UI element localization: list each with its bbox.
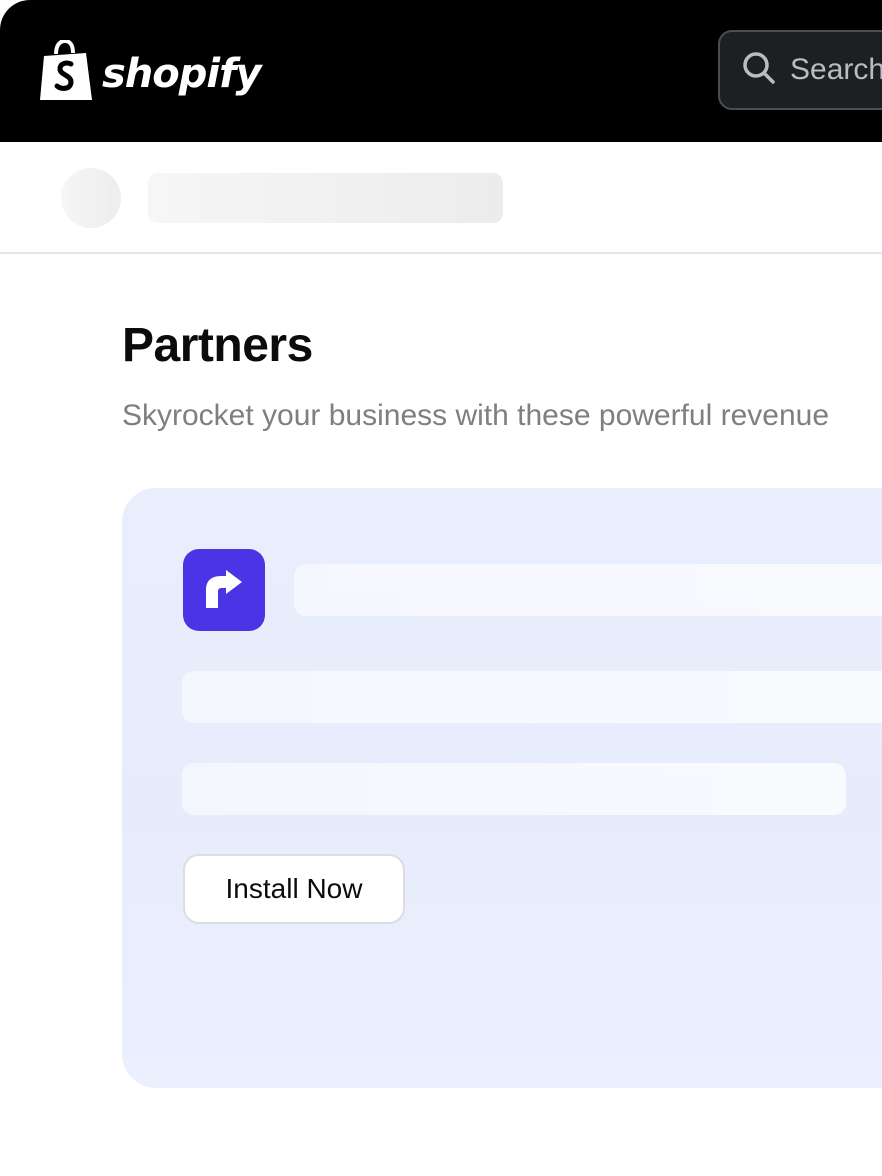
brand-logo[interactable]: shopify <box>40 38 262 107</box>
description-placeholder <box>182 763 846 815</box>
shopping-bag-icon <box>40 38 94 107</box>
page-subtitle: Skyrocket your business with these power… <box>122 399 830 432</box>
description-placeholder <box>182 671 882 723</box>
search-input[interactable]: Search <box>718 30 882 110</box>
app-window: shopify Search Partners Skyrocket your b… <box>0 0 882 1176</box>
search-placeholder: Search <box>790 53 882 86</box>
sub-header-skeleton <box>0 142 882 254</box>
arrow-up-right-icon <box>183 549 265 631</box>
page-title: Partners <box>122 319 313 372</box>
install-now-button[interactable]: Install Now <box>183 854 405 924</box>
top-bar: shopify Search <box>0 0 882 142</box>
breadcrumb-placeholder <box>148 173 503 223</box>
partner-card: Install Now <box>122 488 882 1088</box>
avatar-placeholder <box>61 168 121 228</box>
app-name-placeholder <box>294 564 882 616</box>
brand-name: shopify <box>102 50 262 97</box>
search-icon <box>742 51 776 90</box>
